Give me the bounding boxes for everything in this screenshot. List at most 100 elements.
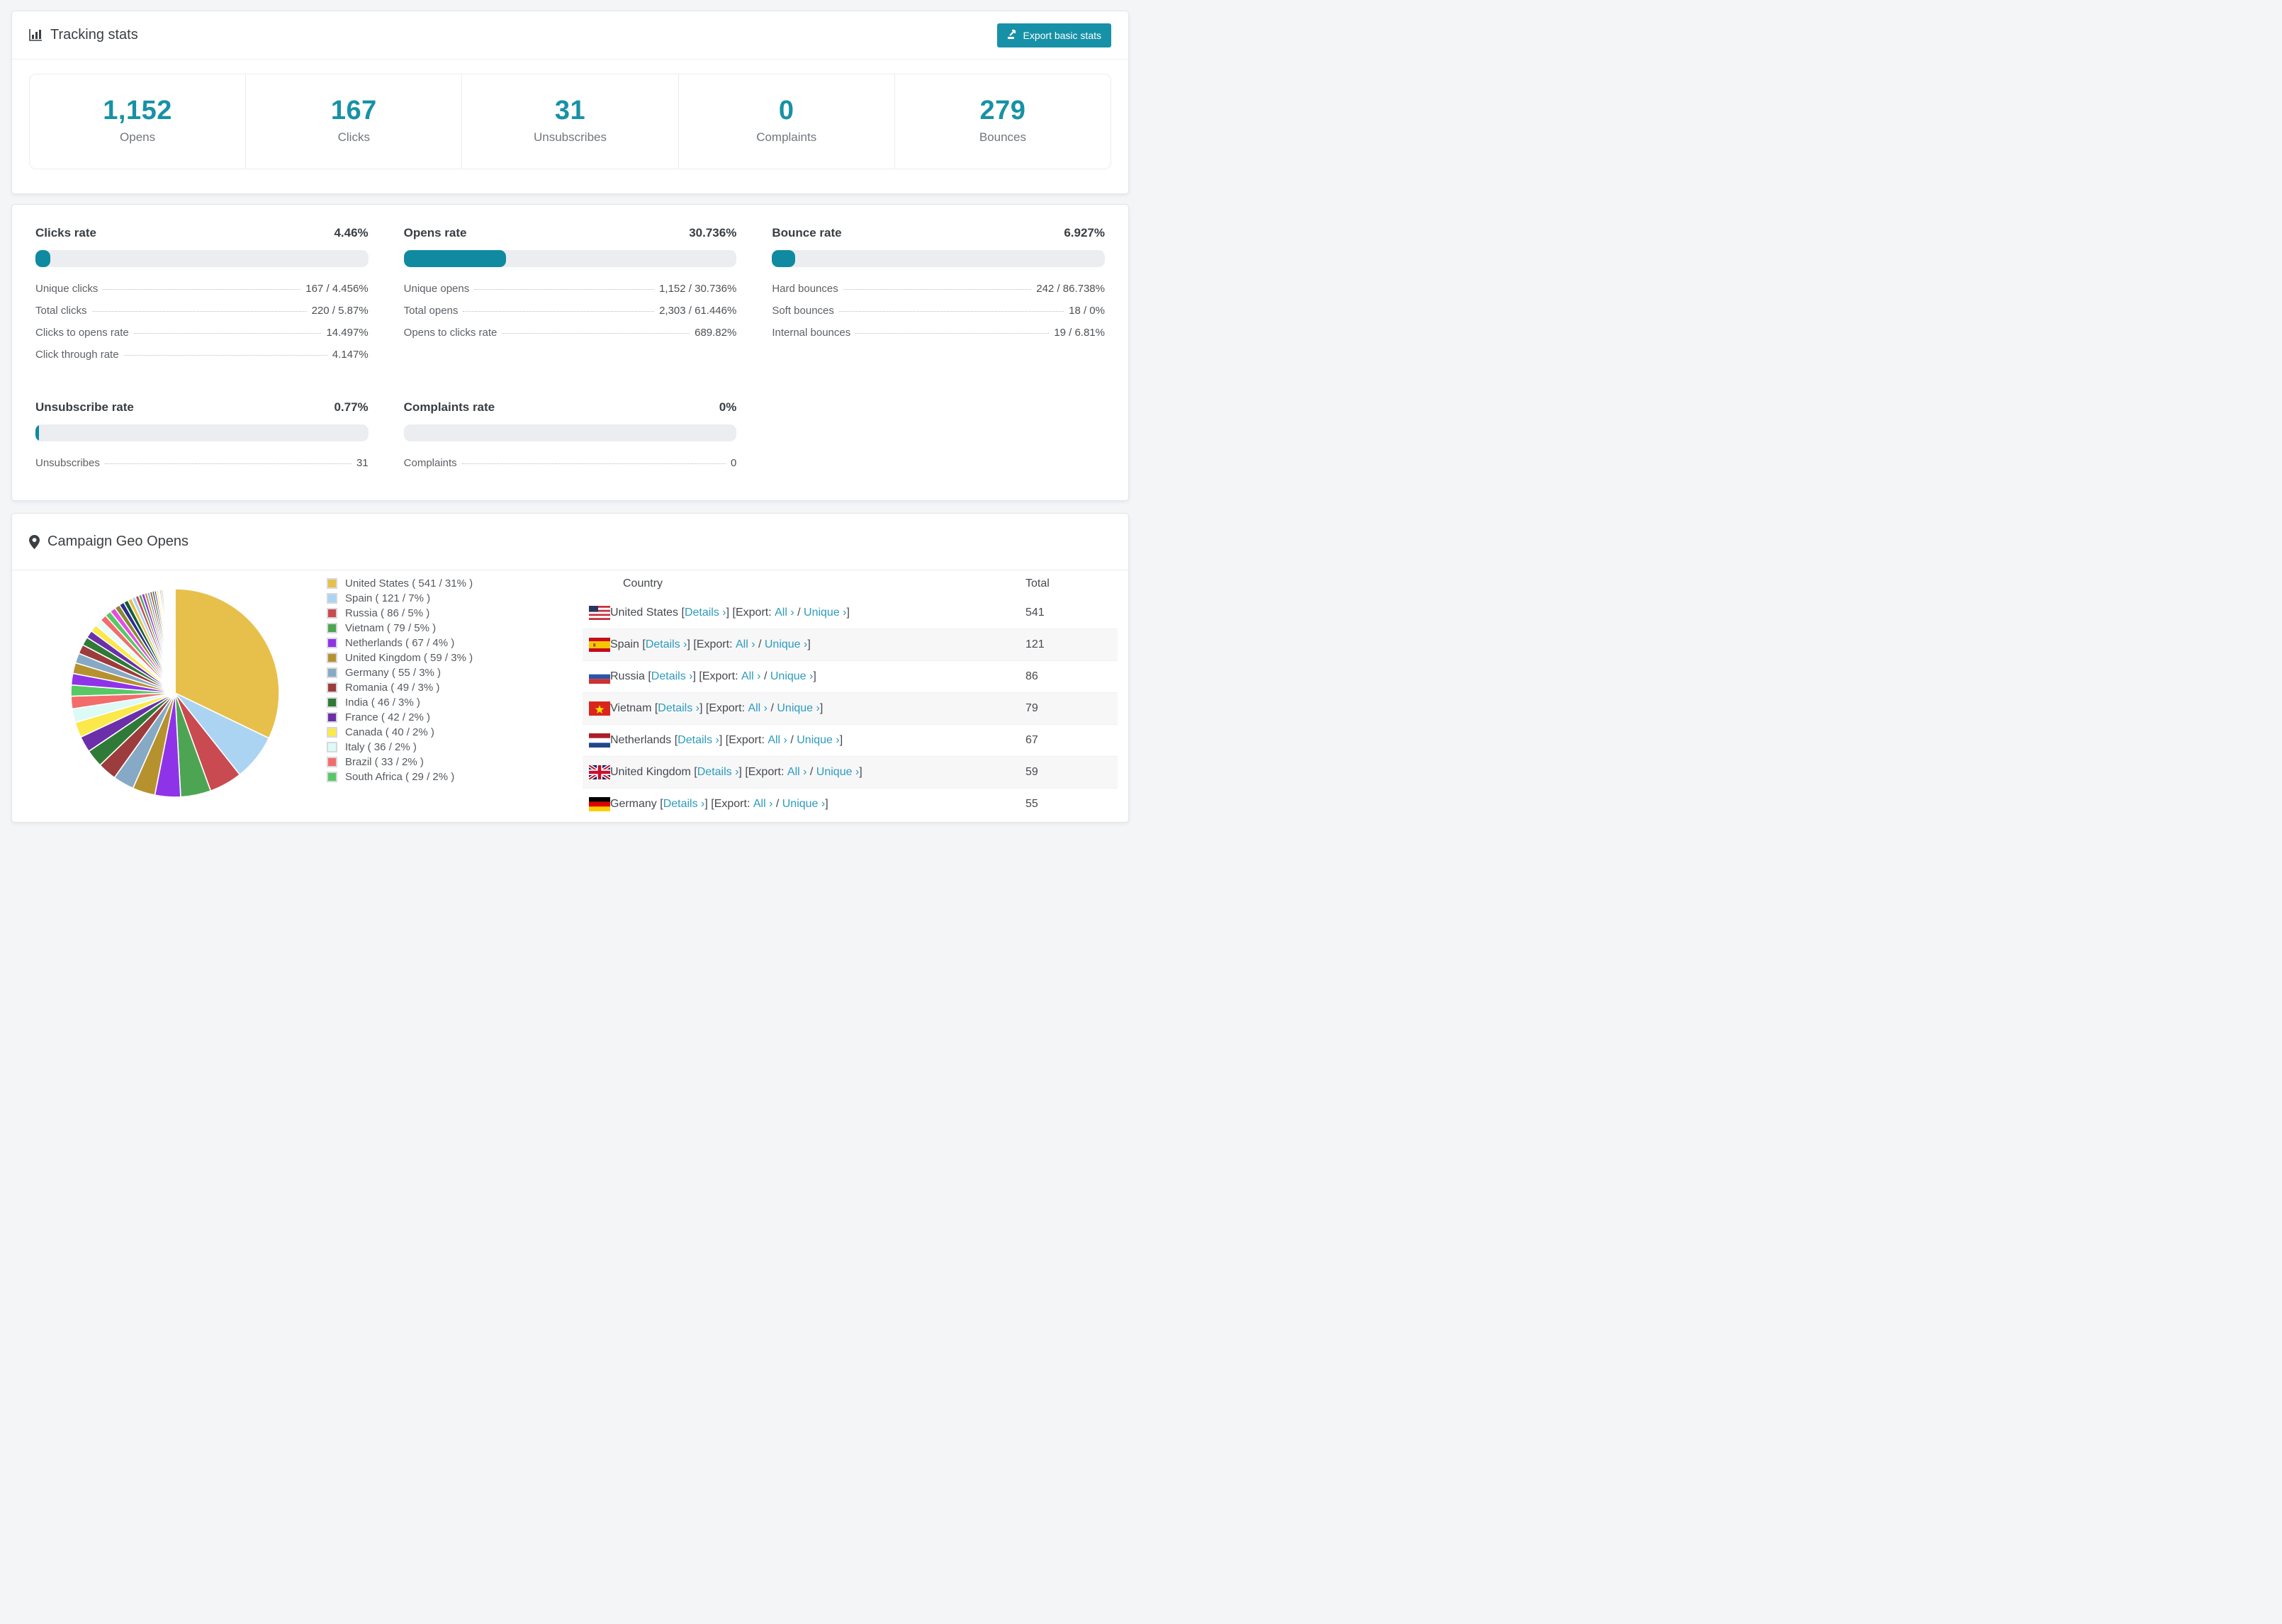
export-all-link[interactable]: All ›	[775, 607, 794, 619]
unsubscribe-rate-section: Unsubscribe rate 0.77% Unsubscribes 31	[35, 400, 369, 479]
rate-metric-label: Opens to clicks rate	[403, 327, 498, 339]
unsubscribe-rate-value: 0.77%	[334, 400, 369, 414]
geo-pie-area	[35, 570, 281, 811]
country-name: Netherlands	[610, 734, 672, 746]
export-all-link[interactable]: All ›	[736, 638, 755, 651]
legend-swatch	[327, 608, 337, 619]
legend-swatch	[327, 653, 337, 663]
stat-value: 0	[778, 96, 794, 125]
stat-card-opens: 1,152 Opens	[30, 74, 245, 169]
country-cell: Spain [Details ›] [Export: All › / Uniqu…	[583, 638, 1025, 652]
export-icon	[1007, 29, 1018, 42]
clicks-rate-section: Clicks rate 4.46% Unique clicks 167 / 4.45…	[35, 226, 369, 371]
rate-metric-row: Internal bounces 19 / 6.81%	[772, 327, 1105, 339]
rate-metric-row: Click through rate 4.147%	[35, 349, 369, 361]
legend-swatch	[327, 757, 337, 767]
total-cell: 67	[1025, 734, 1038, 746]
legend-item[interactable]: Vietnam ( 79 / 5% )	[327, 621, 500, 636]
table-row-us: United States [Details ›] [Export: All ›…	[583, 597, 1118, 629]
legend-item[interactable]: Netherlands ( 67 / 4% )	[327, 636, 500, 650]
opens-rate-section: Opens rate 30.736% Unique opens 1,152 / 30…	[403, 226, 737, 371]
details-link[interactable]: Details ›	[663, 798, 705, 811]
legend-item[interactable]: Spain ( 121 / 7% )	[327, 591, 500, 606]
export-unique-link[interactable]: Unique ›	[782, 798, 825, 811]
country-name: Spain	[610, 638, 639, 650]
table-row-gb: United Kingdom [Details ›] [Export: All …	[583, 757, 1118, 789]
details-link[interactable]: Details ›	[658, 702, 699, 715]
rate-metric-label: Unique clicks	[35, 283, 99, 295]
rate-metric-value: 19 / 6.81%	[1054, 327, 1105, 339]
legend-item[interactable]: Germany ( 55 / 3% )	[327, 665, 500, 680]
legend-label: India ( 46 / 3% )	[345, 697, 420, 709]
export-all-link[interactable]: All ›	[768, 734, 787, 747]
rate-metric-value: 689.82%	[695, 327, 737, 339]
country-name: United States	[610, 607, 679, 619]
legend-item[interactable]: Italy ( 36 / 2% )	[327, 740, 500, 755]
details-link[interactable]: Details ›	[651, 670, 693, 683]
flag-us-icon	[589, 606, 610, 620]
export-unique-link[interactable]: Unique ›	[777, 702, 819, 715]
rate-metric-row: Complaints 0	[404, 457, 737, 469]
legend-item[interactable]: United Kingdom ( 59 / 3% )	[327, 650, 500, 665]
country-cell: Russia [Details ›] [Export: All › / Uniq…	[583, 670, 1025, 684]
country-cell: United States [Details ›] [Export: All ›…	[583, 606, 1025, 620]
rate-metric-row: Unique clicks 167 / 4.456%	[35, 283, 369, 295]
export-unique-link[interactable]: Unique ›	[797, 734, 839, 747]
legend-label: United Kingdom ( 59 / 3% )	[345, 652, 473, 664]
legend-swatch	[327, 727, 337, 738]
opens-rate-value: 30.736%	[689, 226, 737, 239]
export-unique-link[interactable]: Unique ›	[770, 670, 813, 683]
export-all-link[interactable]: All ›	[753, 798, 773, 811]
legend-item[interactable]: Russia ( 86 / 5% )	[327, 606, 500, 621]
rate-metric-label: Complaints	[403, 457, 457, 469]
legend-item[interactable]: France ( 42 / 2% )	[327, 710, 500, 725]
tracking-stats-header: Tracking stats Export basic stats	[12, 11, 1128, 60]
table-row-es: Spain [Details ›] [Export: All › / Uniqu…	[583, 629, 1118, 661]
clicks-rate-progress-bar	[35, 250, 369, 267]
export-all-link[interactable]: All ›	[748, 702, 768, 715]
legend-item[interactable]: Romania ( 49 / 3% )	[327, 680, 500, 695]
stat-label: Opens	[120, 130, 156, 144]
country-name: United Kingdom	[610, 766, 691, 778]
legend-item[interactable]: United States ( 541 / 31% )	[327, 576, 500, 591]
table-row-vn: Vietnam [Details ›] [Export: All › / Uni…	[583, 693, 1118, 725]
geo-table-header: Country Total	[583, 570, 1118, 597]
stat-card-unsubscribes: 31 Unsubscribes	[461, 74, 678, 169]
rate-metric-row: Unique opens 1,152 / 30.736%	[404, 283, 737, 295]
legend-label: Brazil ( 33 / 2% )	[345, 756, 424, 768]
export-all-link[interactable]: All ›	[741, 670, 761, 683]
bounce-rate-value: 6.927%	[1064, 226, 1105, 239]
details-link[interactable]: Details ›	[685, 607, 726, 619]
export-unique-link[interactable]: Unique ›	[765, 638, 807, 651]
legend-item[interactable]: India ( 46 / 3% )	[327, 695, 500, 710]
page-title: Tracking stats	[50, 27, 138, 43]
legend-item[interactable]: Canada ( 40 / 2% )	[327, 725, 500, 740]
dotted-leader	[463, 311, 655, 312]
total-cell: 55	[1025, 798, 1038, 810]
legend-label: Russia ( 86 / 5% )	[345, 607, 430, 619]
rate-metric-value: 242 / 86.738%	[1036, 283, 1105, 295]
details-link[interactable]: Details ›	[697, 766, 739, 779]
export-unique-link[interactable]: Unique ›	[816, 766, 859, 779]
details-link[interactable]: Details ›	[646, 638, 687, 651]
legend-swatch	[327, 682, 337, 693]
export-unique-link[interactable]: Unique ›	[804, 607, 846, 619]
legend-label: Germany ( 55 / 3% )	[345, 667, 442, 679]
legend-swatch	[327, 638, 337, 648]
total-cell: 86	[1025, 670, 1038, 682]
rate-metric-label: Hard bounces	[772, 283, 838, 295]
legend-swatch	[327, 772, 337, 782]
bounce-rate-title: Bounce rate	[772, 226, 842, 239]
rate-metric-label: Total opens	[403, 305, 459, 317]
export-all-link[interactable]: All ›	[787, 766, 807, 779]
opens-rate-title: Opens rate	[403, 226, 467, 239]
page: Tracking stats Export basic stats 1,152 O…	[0, 0, 1141, 823]
export-basic-stats-button[interactable]: Export basic stats	[996, 23, 1111, 47]
rate-metric-value: 220 / 5.87%	[311, 305, 369, 317]
legend-swatch	[327, 667, 337, 678]
table-row-de: Germany [Details ›] [Export: All › / Uni…	[583, 789, 1118, 811]
legend-item[interactable]: South Africa ( 29 / 2% )	[327, 769, 500, 784]
details-link[interactable]: Details ›	[678, 734, 719, 747]
legend-item[interactable]: Brazil ( 33 / 2% )	[327, 755, 500, 769]
dotted-leader	[133, 333, 322, 334]
